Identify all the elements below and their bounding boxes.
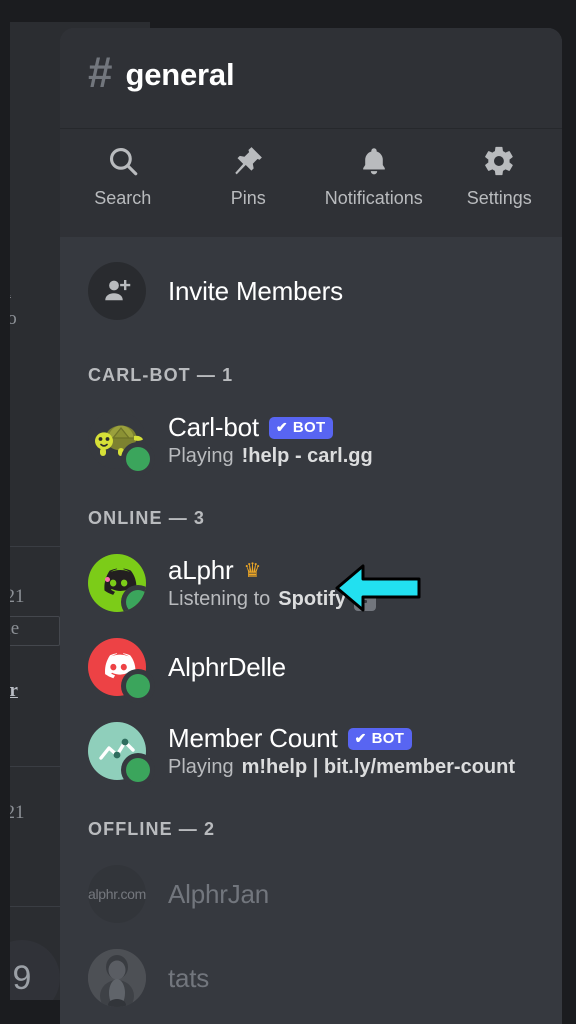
discord-member-list-panel: # general Search Pins Notifications Sett… xyxy=(60,28,562,1024)
member-name: Member Count xyxy=(168,723,338,753)
bg-fragment: 021 xyxy=(10,802,25,823)
hash-icon: # xyxy=(88,48,113,97)
member-row-alphrdelle[interactable]: AlphrDelle xyxy=(60,625,562,709)
pin-icon xyxy=(231,143,265,179)
settings-label: Settings xyxy=(466,188,532,208)
member-row-alphrjan[interactable]: alphr.com AlphrJan xyxy=(60,852,562,936)
channel-header: # general xyxy=(60,28,562,128)
activity-prefix: Playing xyxy=(168,445,234,467)
bell-icon xyxy=(358,143,390,179)
pins-button[interactable]: Pins xyxy=(186,143,312,209)
activity-prefix: Playing xyxy=(168,756,234,778)
member-row-alphr[interactable]: aLphr ♛ Listening to Spotify xyxy=(60,541,562,625)
member-name: AlphrJan xyxy=(168,878,270,909)
group-header-offline: OFFLINE — 2 xyxy=(88,819,216,839)
invite-members-text: Invite Members xyxy=(168,276,343,307)
member-row-carl-bot[interactable]: Carl-bot ✔ BOT Playing !help - carl.gg xyxy=(60,398,562,482)
alphr-logo-avatar: alphr.com xyxy=(88,865,146,923)
bot-badge: ✔ BOT xyxy=(347,727,413,750)
bg-badge: 9 xyxy=(10,940,60,1000)
red-discord-avatar xyxy=(88,638,150,698)
channel-actions-bar: Search Pins Notifications Settings xyxy=(60,129,562,237)
green-discord-avatar xyxy=(88,554,146,612)
bg-fragment: ole xyxy=(10,618,20,639)
member-activity: Listening to Spotify xyxy=(168,588,377,611)
pins-label: Pins xyxy=(230,188,266,208)
bg-fragment: 021 xyxy=(10,586,25,607)
member-name: aLphr xyxy=(168,555,234,585)
bot-badge: ✔ BOT xyxy=(268,416,334,439)
bot-badge-label: BOT xyxy=(292,418,326,436)
activity-text: m!help | bit.ly/member-count xyxy=(241,756,516,778)
check-icon: ✔ xyxy=(275,419,288,435)
crown-icon: ♛ xyxy=(243,559,262,582)
status-online-indicator xyxy=(126,674,150,698)
invite-members-label: Invite Members xyxy=(168,275,343,306)
photo-avatar xyxy=(88,949,146,1007)
activity-text: Spotify xyxy=(278,588,347,610)
member-name: AlphrDelle xyxy=(168,651,286,682)
group-header-online: ONLINE — 3 xyxy=(88,508,206,528)
settings-button[interactable]: Settings xyxy=(437,143,563,209)
turtle-avatar xyxy=(88,411,150,471)
member-row-member-count[interactable]: Member Count ✔ BOT Playing m!help | bit.… xyxy=(60,709,562,793)
member-name: tats xyxy=(168,962,210,993)
notifications-button[interactable]: Notifications xyxy=(311,143,437,209)
spotify-device-icon[interactable] xyxy=(354,588,377,611)
chart-avatar xyxy=(88,722,150,782)
group-header-carl-bot: CARL-BOT — 1 xyxy=(88,365,234,385)
page-title: general xyxy=(125,57,235,92)
status-online-indicator xyxy=(126,447,150,471)
notifications-label: Notifications xyxy=(324,188,423,208)
status-online-indicator xyxy=(126,590,146,612)
member-activity: Playing !help - carl.gg xyxy=(168,445,373,468)
member-list: Invite Members CARL-BOT — 1 Carl-bot ✔ B… xyxy=(60,237,562,1020)
search-icon xyxy=(106,143,140,179)
member-activity: Playing m!help | bit.ly/member-count xyxy=(168,756,515,779)
gear-icon xyxy=(482,143,516,179)
status-online-indicator xyxy=(126,758,150,782)
member-row-tats[interactable]: tats xyxy=(60,936,562,1020)
bot-badge-label: BOT xyxy=(371,729,405,747)
activity-prefix: Listening to xyxy=(168,588,271,610)
search-label: Search xyxy=(94,188,152,208)
invite-members-row[interactable]: Invite Members xyxy=(60,245,562,337)
avatar-logo-text: alphr.com xyxy=(88,886,146,902)
search-button[interactable]: Search xyxy=(60,143,186,209)
bg-fragment: or xyxy=(10,680,18,701)
person-add-icon xyxy=(88,262,146,320)
activity-text: !help - carl.gg xyxy=(241,445,373,467)
member-name: Carl-bot xyxy=(168,412,259,442)
bg-fragment: n xyxy=(10,280,11,302)
bg-fragment: to xyxy=(10,308,17,329)
check-icon: ✔ xyxy=(354,730,367,746)
